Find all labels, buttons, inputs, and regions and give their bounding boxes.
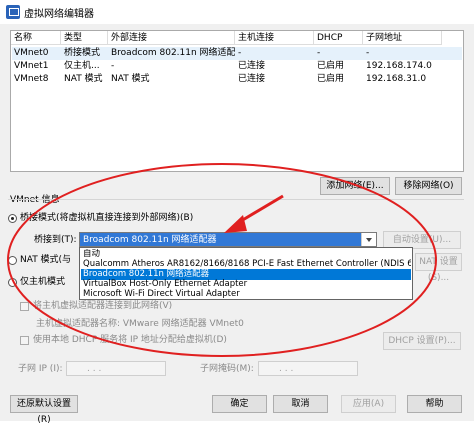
- annotation-arrow-head: [224, 215, 247, 233]
- annotation-overlay: [7, 163, 437, 357]
- annotation-ellipse: [7, 163, 437, 357]
- virtual-network-editor-window: 虚拟网络编辑器 名称 类型 外部连接 主机连接 DHCP 子网地址 VMnet0…: [0, 0, 474, 425]
